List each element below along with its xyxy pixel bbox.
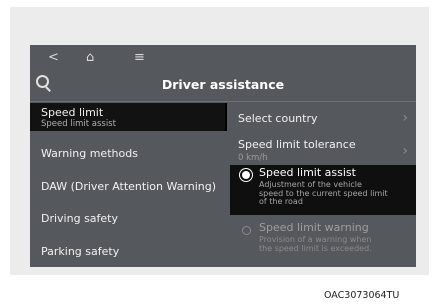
menu-item-label: Speed limit	[41, 106, 104, 119]
header: Driver assistance	[30, 73, 416, 101]
chevron-right-icon: ›	[402, 110, 408, 126]
figure-caption: OAC3073064TU	[324, 290, 400, 301]
back-icon[interactable]: <	[48, 50, 59, 66]
menu-item-label: DAW (Driver Attention Warning)	[41, 180, 216, 193]
menu-item-speed-limit[interactable]: Speed limit Speed limit assist	[30, 103, 225, 131]
option-speed-limit-warning[interactable]: Speed limit warning Provision of a warni…	[230, 221, 416, 265]
page-title: Driver assistance	[161, 77, 285, 92]
menu-item-daw[interactable]: DAW (Driver Attention Warning)	[30, 172, 225, 200]
option-description: Provision of a warning when the speed li…	[259, 235, 372, 253]
radio-unselected-icon	[242, 226, 251, 235]
chevron-right-icon: ›	[402, 143, 408, 159]
infotainment-screen: < ⌂ ≡ Driver assistance Speed limit Spee…	[30, 45, 416, 267]
option-label: Speed limit warning	[259, 221, 369, 234]
option-description: Adjustment of the vehicle speed to the c…	[259, 180, 388, 206]
menu-item-warning-methods[interactable]: Warning methods	[30, 139, 225, 167]
menu-item-driving-safety[interactable]: Driving safety	[30, 204, 225, 232]
menu-item-parking-safety[interactable]: Parking safety	[30, 237, 225, 265]
option-label: Speed limit assist	[259, 166, 356, 179]
select-country-label: Select country	[238, 112, 318, 125]
select-country-row[interactable]: Select country ›	[230, 109, 416, 133]
radio-selected-icon	[242, 171, 250, 179]
tolerance-label: Speed limit tolerance	[238, 138, 356, 151]
menu-item-label: Driving safety	[41, 212, 118, 225]
menu-item-sublabel: Speed limit assist	[41, 119, 116, 129]
home-icon[interactable]: ⌂	[86, 50, 94, 66]
speed-limit-tolerance-row[interactable]: Speed limit tolerance 0 km/h ›	[230, 137, 416, 165]
menu-item-label: Warning methods	[41, 147, 138, 160]
header-divider	[30, 101, 416, 102]
option-speed-limit-assist[interactable]: Speed limit assist Adjustment of the veh…	[230, 165, 416, 215]
menu-item-label: Parking safety	[41, 245, 120, 258]
top-bar: < ⌂ ≡	[30, 45, 416, 73]
menu-icon[interactable]: ≡	[134, 50, 145, 66]
tolerance-value: 0 km/h	[238, 153, 268, 163]
